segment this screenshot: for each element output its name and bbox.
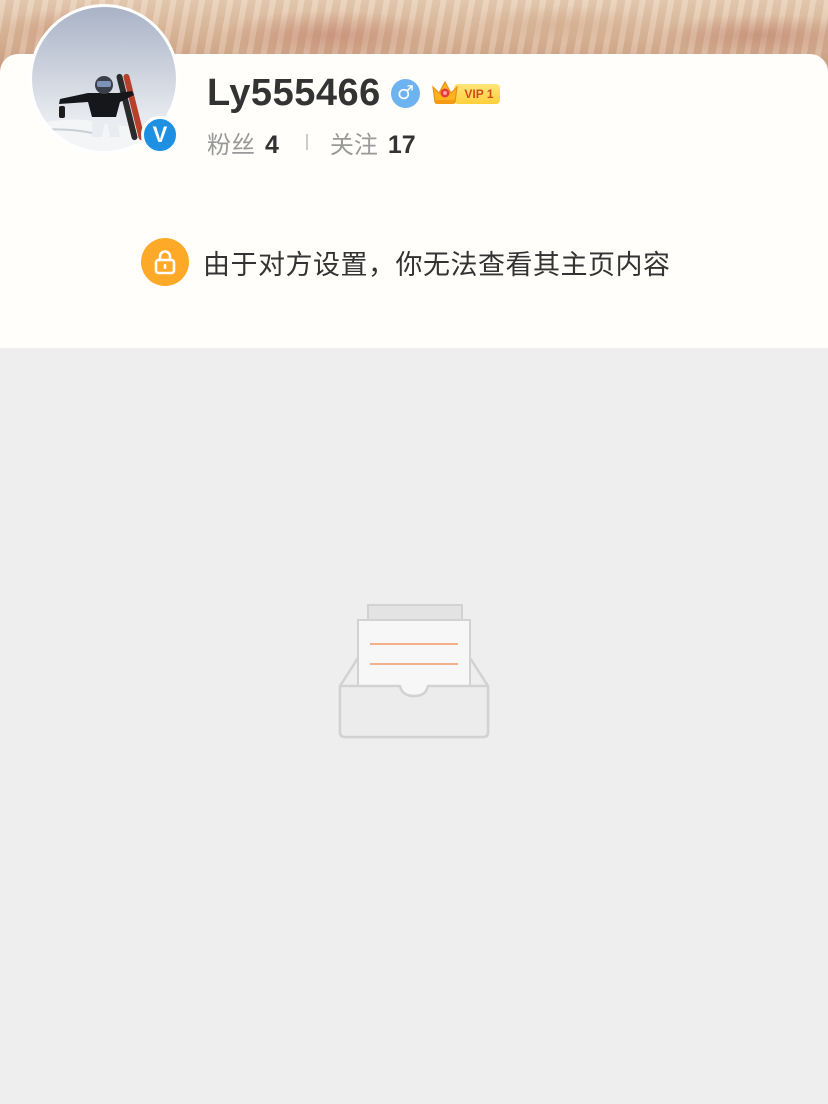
username: Ly555466 (207, 72, 381, 114)
male-symbol-icon: ♂ (391, 79, 420, 108)
following-count: 17 (387, 130, 416, 159)
privacy-notice: 由于对方设置，你无法查看其主页内容 (141, 238, 671, 286)
verified-v-icon: V (141, 116, 179, 154)
stats-divider (305, 134, 308, 150)
lock-icon (141, 238, 189, 286)
fans-stat[interactable]: 粉丝 4 (207, 125, 279, 160)
privacy-notice-text: 由于对方设置，你无法查看其主页内容 (203, 249, 671, 281)
follow-stats: 粉丝 4 关注 17 (207, 124, 416, 160)
following-label: 关注 (329, 130, 378, 159)
fans-count: 4 (265, 130, 279, 159)
crown-icon (432, 80, 458, 104)
fans-label: 粉丝 (207, 130, 255, 159)
empty-inbox-icon (338, 604, 490, 744)
vip-badge[interactable]: VIP 1 (430, 78, 502, 106)
following-stat[interactable]: 关注 17 (330, 125, 416, 160)
vip-level-label: VIP 1 (454, 84, 500, 104)
